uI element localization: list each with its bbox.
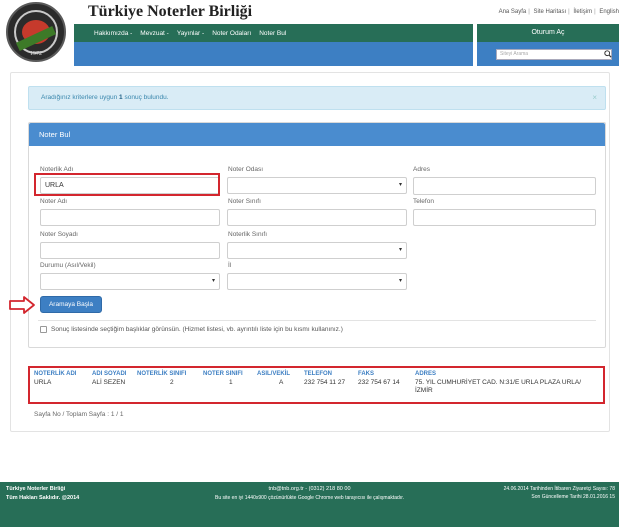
noterlik-sinifi-select[interactable]: ▾ [227,242,407,259]
table-header-noterlik-sinifi: NOTERLİK SINIFI [137,371,187,377]
nav-item-publications[interactable]: Yayınlar - [177,30,204,37]
adres-textarea[interactable] [413,177,596,195]
table-header-faks: FAKS [358,371,375,377]
columns-checkbox-row: Sonuç listesinde seçtiğim başlıklar görü… [40,326,343,333]
site-header: 1972 Türkiye Noterler Birliği Ana Sayfa |… [0,0,619,72]
nav-subbar [74,42,473,66]
table-header-telefon: TELEFON [304,371,332,377]
chevron-down-icon: ▾ [398,278,402,284]
chevron-down-icon: ▾ [398,182,402,188]
durumu-select[interactable]: ▾ [40,273,220,290]
chevron-down-icon: ▾ [398,247,402,253]
main-nav: Hakkımızda - Mevzuat - Yayınlar - Noter … [74,24,473,42]
site-footer: Türkiye Noterler Birliği Tüm Hakları Sak… [0,482,619,527]
search-panel: Noter Bul [28,122,606,348]
noter-adi-label: Noter Adı [40,198,68,205]
noter-sinifi-input[interactable] [227,209,407,226]
noter-soyadi-label: Noter Soyadı [40,231,78,238]
logo-year: 1972 [30,51,42,57]
footer-last-update: Son Güncelleme Tarihi 28.01.2016 15 [531,494,615,500]
arrow-right-icon [9,296,35,314]
table-header-asil-vekil: ASIL/VEKİL [257,371,291,377]
close-icon[interactable]: × [592,87,597,109]
footer-right: 24.06.2014 Tarihinden İtibaren Ziyaretçi… [504,485,615,501]
top-link-contact[interactable]: İletişim [573,9,592,15]
top-link-sitemap[interactable]: Site Haritası [533,9,566,15]
table-cell-telefon: 232 754 11 27 [304,379,346,386]
noterlik-sinifi-label: Noterlik Sınıfı [228,231,268,238]
table-cell-asil-vekil: A [279,379,284,386]
noter-sinifi-label: Noter Sınıfı [228,198,261,205]
search-icon[interactable] [604,50,612,58]
table-cell-noter-sinifi: 1 [229,379,233,386]
telefon-label: Telefon [413,198,434,205]
nav-item-about[interactable]: Hakkımızda - [94,30,132,37]
il-select[interactable]: ▾ [227,273,407,290]
alert-prefix: Aradığınız kriterlere uygun [41,94,120,101]
telefon-input[interactable] [413,209,596,226]
nav-item-legislation[interactable]: Mevzuat - [140,30,169,37]
search-button[interactable]: Aramaya Başla [40,296,102,313]
chevron-down-icon: ▾ [211,278,215,284]
table-header-noter-sinifi: NOTER SINIFI [203,371,243,377]
table-cell-adres: 75. YIL CUMHURİYET CAD. N:31/E URLA PLAZ… [415,379,582,394]
table-cell-noterlik-adi: URLA [34,379,52,386]
site-search-input[interactable]: Siteyi Arama [496,49,612,60]
noter-odasi-label: Noter Odası [228,166,264,173]
link-separator: | [528,9,530,15]
nav-item-find-notary[interactable]: Noter Bul [259,30,286,37]
il-label: İl [228,262,232,269]
columns-checkbox-label[interactable]: Sonuç listesinde seçtiğim başlıklar görü… [51,326,343,333]
panel-title: Noter Bul [29,123,605,146]
pagination-info: Sayfa No / Toplam Sayfa : 1 / 1 [34,411,124,418]
noter-adi-input[interactable] [40,209,220,226]
noter-odasi-select[interactable]: ▾ [227,177,407,194]
table-header-noterlik-adi: NOTERLİK ADI [34,371,77,377]
noter-soyadi-input[interactable] [40,242,220,259]
columns-checkbox[interactable] [40,326,47,333]
login-button[interactable]: Oturum Aç [477,24,619,42]
highlight-box [34,173,220,196]
top-link-home[interactable]: Ana Sayfa [499,9,527,15]
top-links: Ana Sayfa | Site Haritası | İletişim | Engl… [499,9,619,15]
result-alert: Aradığınız kriterlere uygun 1 sonuç bulu… [28,86,606,110]
table-cell-adi-soyadi: ALİ SEZEN [92,379,126,386]
logo-seal-icon[interactable]: 1972 [6,2,66,62]
alert-suffix: sonuç bulundu. [122,94,169,101]
site-title[interactable]: Türkiye Noterler Birliği [88,3,252,21]
table-header-adres: ADRES [415,371,437,377]
table-cell-faks: 232 754 67 14 [358,379,400,386]
durumu-label: Durumu (Asıl/Vekil) [40,262,96,269]
top-link-english[interactable]: English [599,9,619,15]
table-header-adi-soyadi: ADI SOYADI [92,371,127,377]
footer-visitor-count: 24.06.2014 Tarihinden İtibaren Ziyaretçi… [503,486,615,492]
table-cell-noterlik-sinifi: 2 [170,379,174,386]
site-search: Siteyi Arama [477,42,619,66]
adres-label: Adres [413,166,430,173]
link-separator: | [568,9,570,15]
noterlik-adi-label: Noterlik Adı [40,166,74,173]
nav-item-notary-chambers[interactable]: Noter Odaları [212,30,251,37]
divider [38,320,596,321]
link-separator: | [594,9,596,15]
